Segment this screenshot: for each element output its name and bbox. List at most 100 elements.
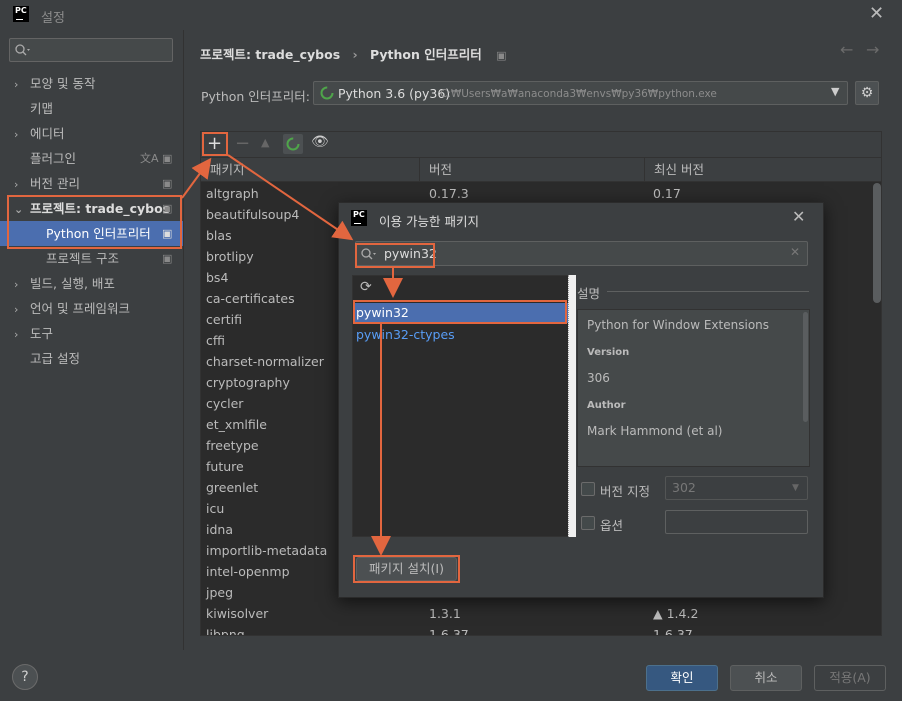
dialog-logo-icon: PC (351, 210, 367, 226)
col-header-latest[interactable]: 최신 버전 (645, 158, 881, 182)
gear-icon: ⚙ (860, 85, 874, 101)
package-toolbar: + − ▲ 👁 (200, 131, 882, 158)
panel-splitter[interactable] (568, 275, 576, 537)
package-name: intel-openmp (206, 564, 290, 579)
sidebar-item-advanced[interactable]: 고급 설정 (0, 346, 183, 371)
package-name: importlib-metadata (206, 543, 328, 558)
package-version: 1.3.1 (429, 606, 461, 621)
sidebar-item-label: 빌드, 실행, 배포 (30, 276, 115, 291)
clear-search-icon[interactable]: ✕ (790, 245, 800, 259)
description-title: 설명 (577, 286, 601, 301)
package-latest-version: 1.6.37 (653, 627, 693, 636)
refresh-icon[interactable]: ⟳ (360, 279, 372, 295)
show-early-releases-eye-icon[interactable]: 👁 (311, 134, 329, 150)
package-item-pywin32[interactable]: pywin32 (354, 303, 568, 323)
version-select-value: 302 (672, 480, 696, 495)
settings-tree: › 모양 및 동작 키맵 › 에디터 플러그인 文A ▣ › 버전 관리 ▣ ⌄ 프로젝… (0, 71, 183, 371)
table-row[interactable]: kiwisolver 1.3.1 ▲ 1.4.2 (201, 603, 875, 624)
sidebar-item-project[interactable]: ⌄ 프로젝트: trade_cybos ▣ (0, 196, 183, 221)
chevron-right-icon: › (14, 328, 19, 341)
package-name: jpeg (206, 585, 234, 600)
project-scope-icon: ▣ (162, 177, 173, 190)
dialog-close-icon[interactable]: ✕ (792, 207, 805, 226)
description-text: Python for Window Extensions (587, 318, 770, 332)
dialog-title: 이용 가능한 패키지 (379, 214, 479, 229)
specify-version-label: 버전 지정 (600, 484, 650, 499)
author-value: Mark Hammond (et al) (587, 424, 723, 438)
sidebar-item-editor[interactable]: › 에디터 (0, 121, 183, 146)
sidebar-item-python-interpreter[interactable]: Python 인터프리터 ▣ (0, 221, 183, 246)
add-package-icon[interactable]: + (207, 133, 222, 155)
package-latest-version: ▲ 1.4.2 (653, 606, 699, 621)
description-scrollbar[interactable] (803, 312, 808, 422)
chevron-right-icon: › (14, 278, 19, 291)
install-package-button[interactable]: 패키지 설치(I) (356, 557, 457, 581)
package-name: certifi (206, 312, 242, 327)
chevron-right-icon: › (14, 303, 19, 316)
package-search-input[interactable]: pywin32 ✕ (355, 241, 808, 266)
breadcrumb-separator: › (352, 47, 358, 62)
project-scope-icon: ▣ (496, 49, 507, 62)
table-row[interactable]: altgraph 0.17.3 0.17 (201, 183, 875, 204)
help-button[interactable]: ? (12, 664, 38, 690)
sidebar-item-plugins[interactable]: 플러그인 文A ▣ (0, 146, 183, 171)
table-scrollbar[interactable] (873, 183, 881, 303)
description-panel: Python for Window Extensions Version 306… (577, 309, 810, 467)
search-value: pywin32 (384, 246, 437, 261)
sidebar-item-keymap[interactable]: 키맵 (0, 96, 183, 121)
upgrade-package-icon[interactable]: ▲ (261, 136, 269, 149)
package-name: brotlipy (206, 249, 254, 264)
specify-version-checkbox[interactable] (581, 482, 595, 496)
app-logo-icon: PC (13, 6, 29, 22)
sidebar-item-appearance[interactable]: › 모양 및 동작 (0, 71, 183, 96)
apply-button[interactable]: 적용(A) (814, 665, 886, 691)
interpreter-select[interactable]: Python 3.6 (py36) C:₩Users₩a₩anaconda3₩e… (313, 81, 848, 105)
package-name: kiwisolver (206, 606, 269, 621)
sidebar-item-version-control[interactable]: › 버전 관리 ▣ (0, 171, 183, 196)
title-bar: PC 설정 ✕ (0, 0, 902, 30)
ok-button[interactable]: 확인 (646, 665, 718, 691)
settings-search-input[interactable] (9, 38, 173, 62)
interpreter-settings-button[interactable]: ⚙ (855, 81, 879, 105)
sidebar-item-project-structure[interactable]: 프로젝트 구조 ▣ (0, 246, 183, 271)
search-icon (15, 44, 30, 56)
cancel-button[interactable]: 취소 (730, 665, 802, 691)
translate-icon: 文A (140, 152, 159, 165)
dropdown-arrow-icon: ▼ (831, 85, 840, 98)
package-version: 0.17.3 (429, 186, 469, 201)
package-name: cffi (206, 333, 225, 348)
sidebar-item-tools[interactable]: › 도구 (0, 321, 183, 346)
col-header-version[interactable]: 버전 (420, 158, 645, 182)
package-name: blas (206, 228, 232, 243)
breadcrumb-project[interactable]: 프로젝트: trade_cybos (200, 47, 340, 62)
sidebar-item-label: Python 인터프리터 (46, 226, 151, 241)
project-scope-icon: ▣ (162, 202, 173, 215)
back-arrow-icon[interactable]: ← (840, 40, 853, 59)
package-name: bs4 (206, 270, 229, 285)
table-row[interactable]: libpng 1.6.37 1.6.37 (201, 624, 875, 636)
package-name: icu (206, 501, 225, 516)
sidebar-item-label: 키맵 (30, 101, 54, 116)
sidebar-item-label: 프로젝트 구조 (46, 251, 119, 266)
package-list: ⟳ pywin32 pywin32-ctypes (352, 275, 569, 537)
col-header-package[interactable]: 패키지 (201, 158, 420, 182)
dropdown-arrow-icon: ▼ (792, 483, 799, 493)
sidebar-item-build[interactable]: › 빌드, 실행, 배포 (0, 271, 183, 296)
package-name: ca-certificates (206, 291, 295, 306)
interpreter-name: Python 3.6 (py36) (338, 86, 451, 101)
conda-toggle-icon[interactable] (283, 134, 303, 154)
search-icon (361, 248, 376, 260)
package-name: libpng (206, 627, 245, 636)
remove-package-icon[interactable]: − (235, 133, 250, 155)
package-latest-version: 0.17 (653, 186, 681, 201)
sidebar-item-label: 도구 (30, 326, 54, 341)
package-item-pywin32-ctypes[interactable]: pywin32-ctypes (356, 327, 455, 342)
options-checkbox[interactable] (581, 516, 595, 530)
version-select[interactable]: 302 ▼ (665, 476, 808, 500)
sidebar-item-languages[interactable]: › 언어 및 프레임워크 (0, 296, 183, 321)
package-version: 1.6.37 (429, 627, 469, 636)
sidebar-item-label: 언어 및 프레임워크 (30, 301, 130, 316)
forward-arrow-icon[interactable]: → (866, 40, 879, 59)
window-close-icon[interactable]: ✕ (869, 3, 884, 24)
options-input[interactable] (665, 510, 808, 534)
